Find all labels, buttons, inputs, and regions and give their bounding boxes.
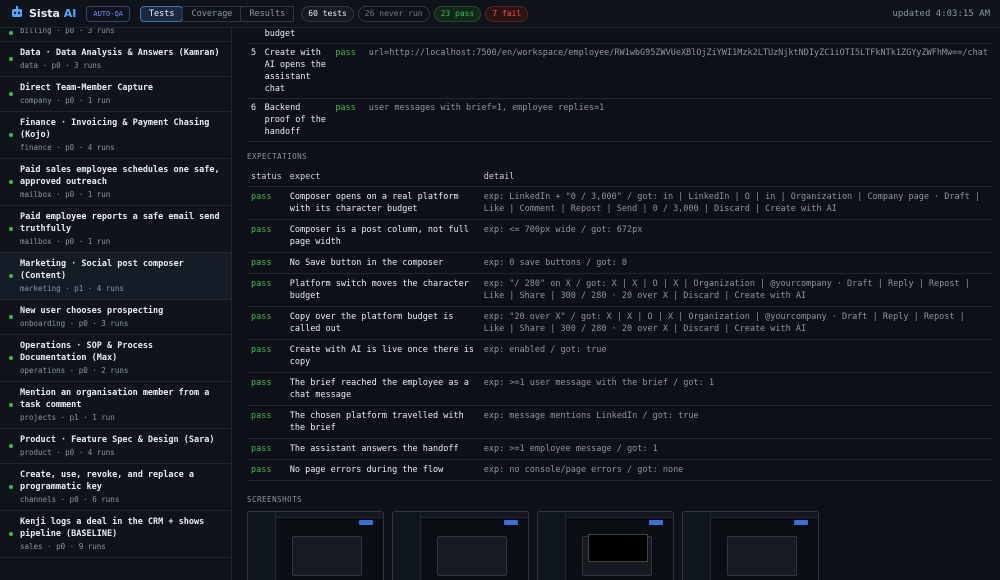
list-item[interactable]: Finance · Invoicing & Payment Chasing (K… — [0, 112, 231, 159]
step-name: Backend proof of the handoff — [260, 98, 332, 142]
table-header-row: status expect detail — [247, 168, 992, 187]
status-dot — [9, 133, 13, 137]
status-dot — [9, 31, 13, 35]
table-row: pass The brief reached the employee as a … — [247, 372, 992, 406]
table-row: pass Platform switch moves the character … — [247, 273, 992, 307]
status-dot — [9, 485, 13, 489]
list-item[interactable]: Product · Feature Spec & Design (Sara) pr… — [0, 429, 231, 464]
section-heading-expectations: EXPECTATIONS — [247, 152, 308, 161]
status-dot — [9, 274, 13, 278]
filter-never-run[interactable]: 26 never run — [357, 5, 430, 22]
table-row: pass Composer is a post column, not full … — [247, 219, 992, 253]
table-row: pass The assistant answers the handoff exp… — [247, 438, 992, 460]
list-item[interactable]: Direct Team-Member Capture company · p0 ·… — [0, 77, 231, 112]
table-row: pass No page errors during the flow exp: n… — [247, 459, 992, 481]
tab-coverage[interactable]: Coverage — [182, 5, 242, 22]
status-dot — [9, 444, 13, 448]
step-name: budget — [260, 28, 332, 44]
screenshot-gallery — [247, 511, 992, 580]
updated-timestamp: updated 4:03:15 AM — [892, 8, 990, 19]
status-dot — [9, 57, 13, 61]
screenshot-thumbnail[interactable] — [392, 511, 529, 580]
list-item[interactable]: Data · Data Analysis & Answers (Kamran) d… — [0, 42, 231, 77]
status-dot — [9, 532, 13, 536]
expectations-table: status expect detail pass Composer opens … — [247, 168, 992, 481]
step-status: pass — [331, 43, 365, 99]
table-row: 6 Backend proof of the handoff pass user… — [247, 98, 992, 142]
step-status: pass — [331, 98, 365, 142]
screenshot-thumbnail[interactable] — [247, 511, 384, 580]
brand-name: Sista AI — [29, 7, 77, 20]
view-tabs: Tests Coverage Results — [139, 5, 295, 22]
filter-pass[interactable]: 23 pass — [433, 5, 482, 22]
list-item[interactable]: Create, use, revoke, and replace a progr… — [0, 464, 231, 511]
screenshot-thumbnail[interactable] — [537, 511, 674, 580]
status-dot — [9, 180, 13, 184]
table-row: pass Create with AI is live once there is… — [247, 339, 992, 373]
step-number: 6 — [247, 98, 261, 142]
screenshot-thumbnail[interactable] — [682, 511, 819, 580]
list-item[interactable]: Paid sales employee schedules one safe, … — [0, 159, 231, 206]
tab-tests[interactable]: Tests — [139, 5, 184, 22]
list-item[interactable]: Operations · SOP & Process Documentation… — [0, 335, 231, 382]
step-number: 5 — [247, 43, 261, 99]
list-item[interactable]: billing · p0 · 3 runs — [0, 28, 231, 42]
list-item[interactable]: New user chooses prospecting onboarding ·… — [0, 300, 231, 335]
robot-logo-icon — [10, 5, 24, 22]
step-result: url=http://localhost:7500/en/workspace/e… — [364, 43, 992, 99]
status-dot — [9, 403, 13, 407]
step-name: Create with AI opens the assistant chat — [260, 43, 332, 99]
test-detail-panel: budget 5 Create with AI opens the assist… — [247, 28, 992, 580]
status-dot — [9, 315, 13, 319]
steps-table: budget 5 Create with AI opens the assist… — [247, 28, 992, 142]
step-result: user messages with brief=1, employee rep… — [364, 98, 992, 142]
table-row: pass Copy over the platform budget is cal… — [247, 306, 992, 340]
list-item-selected[interactable]: Marketing · Social post composer (Conten… — [0, 253, 231, 300]
status-dot — [9, 92, 13, 96]
list-item[interactable]: Paid employee reports a safe email send … — [0, 206, 231, 253]
filter-fail[interactable]: 7 fail — [485, 5, 529, 22]
table-row: pass The chosen platform travelled with t… — [247, 405, 992, 439]
status-dot — [9, 356, 13, 360]
section-heading-screenshots: SCREENSHOTS — [247, 495, 303, 504]
table-row: pass Composer opens on a real platform wi… — [247, 186, 992, 220]
list-item[interactable]: Kenji logs a deal in the CRM + shows pip… — [0, 511, 231, 558]
tab-results[interactable]: Results — [240, 5, 295, 22]
list-item[interactable]: Mention an organisation member from a ta… — [0, 382, 231, 429]
table-row: pass No Save button in the composer exp: 0… — [247, 252, 992, 274]
status-dot — [9, 227, 13, 231]
top-bar: Sista AI AUTO-QA Tests Coverage Results … — [0, 0, 1000, 28]
filter-all-tests[interactable]: 60 tests — [301, 5, 354, 22]
mode-badge: AUTO-QA — [86, 5, 130, 22]
brand[interactable]: Sista AI — [10, 5, 76, 22]
table-row: 5 Create with AI opens the assistant cha… — [247, 43, 992, 99]
table-row: budget — [247, 28, 992, 44]
test-list-sidebar: billing · p0 · 3 runs Data · Data Analys… — [0, 28, 232, 580]
